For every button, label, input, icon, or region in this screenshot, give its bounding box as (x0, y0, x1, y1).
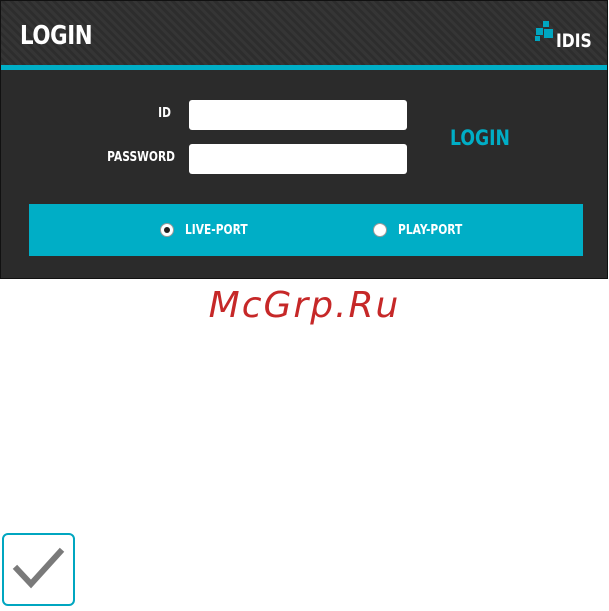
checkmark-icon (2, 533, 75, 606)
idis-logo-icon: IDIS (535, 21, 599, 52)
header-divider (1, 65, 607, 70)
password-label: PASSWORD (107, 150, 175, 165)
live-port-radio[interactable] (160, 223, 174, 237)
login-button[interactable]: LOGIN (450, 126, 510, 150)
id-input[interactable] (189, 100, 407, 130)
live-port-label: LIVE-PORT (185, 223, 248, 238)
play-port-label: PLAY-PORT (398, 223, 463, 238)
id-label: ID (158, 106, 171, 121)
watermark-text: McGrp.Ru (208, 285, 401, 326)
password-input[interactable] (189, 144, 407, 174)
header-title: LOGIN (20, 21, 93, 51)
radio-selected-dot (164, 227, 170, 233)
header: LOGIN IDIS (1, 1, 607, 65)
logo-text: IDIS (556, 30, 592, 52)
play-port-radio[interactable] (373, 223, 387, 237)
login-window: LOGIN IDIS ID PASSWORD LOGIN LIVE-PORT P… (0, 0, 608, 279)
port-selector: LIVE-PORT PLAY-PORT (29, 204, 583, 256)
